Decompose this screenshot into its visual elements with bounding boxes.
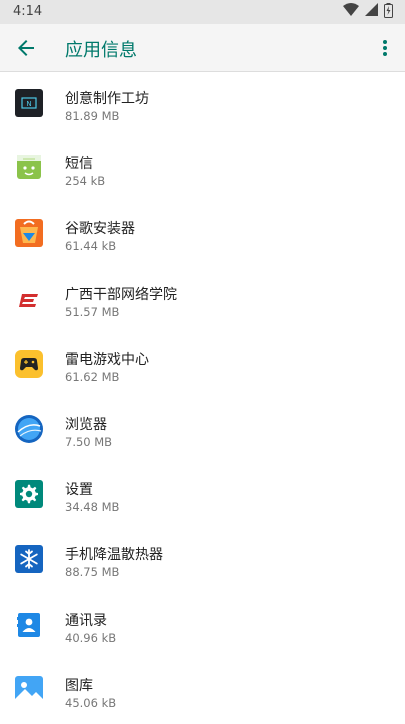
app-size: 51.57 MB [65, 304, 120, 319]
status-icons [343, 2, 393, 22]
contacts-icon [14, 610, 44, 640]
app-name: 手机降温散热器 [65, 547, 163, 564]
page-title: 应用信息 [65, 40, 137, 61]
app-size: 254 kB [65, 174, 106, 189]
app-size: 61.62 MB [65, 369, 120, 384]
app-size: 40.96 kB [65, 630, 117, 645]
app-name: 短信 [65, 156, 93, 173]
app-name: 图库 [65, 677, 93, 694]
game-center-icon [14, 349, 44, 379]
app-size: 45.06 kB [65, 695, 117, 710]
list-item[interactable]: 短信 254 kB [0, 137, 405, 202]
app-size: 81.89 MB [65, 109, 120, 123]
svg-text:N: N [26, 100, 31, 108]
app-name: 谷歌安装器 [65, 221, 135, 238]
wifi-icon [343, 3, 359, 21]
list-item[interactable]: 谷歌安装器 61.44 kB [0, 202, 405, 267]
app-name: 雷电游戏中心 [65, 351, 149, 368]
status-time: 4:14 [13, 4, 43, 19]
guangxi-cadre-college-icon [14, 284, 44, 314]
status-bar: 4:14 [0, 0, 405, 24]
app-bar: 应用信息 [0, 24, 405, 72]
signal-icon [365, 3, 378, 21]
app-size: 7.50 MB [65, 434, 113, 449]
more-options-icon[interactable] [373, 36, 397, 60]
sms-icon [14, 153, 44, 183]
app-name: 浏览器 [65, 416, 107, 433]
list-item[interactable]: N 创意制作工坊 81.89 MB [0, 72, 405, 137]
back-arrow-icon[interactable] [14, 36, 38, 60]
app-size: 61.44 kB [65, 239, 117, 254]
creative-workshop-icon: N [14, 88, 44, 118]
gallery-icon [14, 675, 44, 705]
settings-icon [14, 479, 44, 509]
list-item[interactable]: 广西干部网络学院 51.57 MB [0, 268, 405, 333]
battery-icon [384, 2, 393, 22]
app-size: 34.48 MB [65, 500, 120, 515]
app-name: 广西干部网络学院 [65, 286, 177, 303]
list-item[interactable]: 手机降温散热器 88.75 MB [0, 528, 405, 593]
list-item[interactable]: 通讯录 40.96 kB [0, 594, 405, 659]
app-name: 通讯录 [65, 612, 107, 629]
list-item[interactable]: 图库 45.06 kB [0, 659, 405, 724]
list-item[interactable]: 设置 34.48 MB [0, 463, 405, 528]
google-installer-icon [14, 218, 44, 248]
app-size: 88.75 MB [65, 565, 120, 580]
app-name: 设置 [65, 482, 93, 499]
app-list: N 创意制作工坊 81.89 MB 短信 254 kB 谷歌安装器 61.44 … [0, 72, 405, 724]
app-name: 创意制作工坊 [65, 91, 149, 107]
browser-icon [14, 414, 44, 444]
list-item[interactable]: 浏览器 7.50 MB [0, 398, 405, 463]
snowflake-icon [14, 544, 44, 574]
list-item[interactable]: 雷电游戏中心 61.62 MB [0, 333, 405, 398]
